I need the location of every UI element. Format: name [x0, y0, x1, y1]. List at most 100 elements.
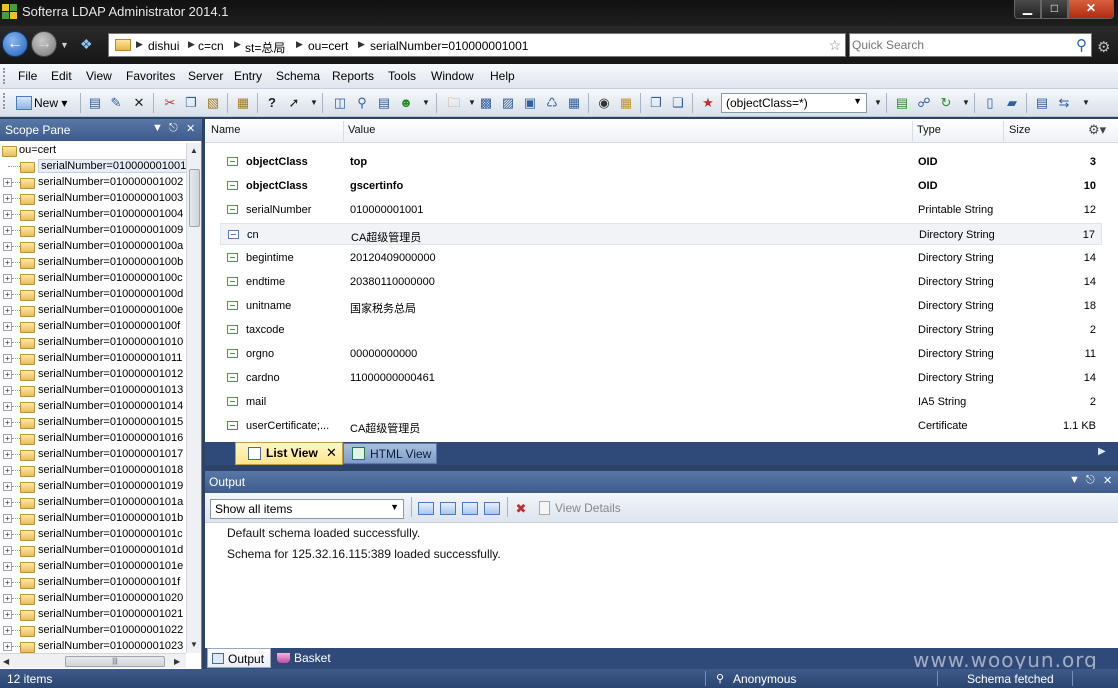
- options-icon[interactable]: ▦: [235, 95, 251, 111]
- tree-item[interactable]: + serialNumber=01000000100d: [0, 287, 186, 303]
- window-cascade-icon[interactable]: ❐: [648, 95, 664, 111]
- copy-icon[interactable]: ❐: [183, 95, 199, 111]
- clear-all-icon[interactable]: ✖: [513, 501, 529, 517]
- menu-reports[interactable]: Reports: [332, 69, 374, 83]
- attribute-row[interactable]: orgno 00000000000 Directory String 11: [220, 343, 1102, 365]
- attribute-row[interactable]: mail IA5 String 2: [220, 391, 1102, 413]
- expand-icon[interactable]: +: [3, 290, 12, 299]
- tree-item[interactable]: + serialNumber=01000000101e: [0, 559, 186, 575]
- close-button[interactable]: ✕: [1068, 0, 1114, 19]
- tree-item[interactable]: + serialNumber=010000001003: [0, 191, 186, 207]
- tab-basket[interactable]: Basket: [273, 649, 333, 668]
- window-tile-icon[interactable]: ❏: [670, 95, 686, 111]
- breadcrumb-item[interactable]: serialNumber=010000001001: [370, 39, 528, 53]
- menu-window[interactable]: Window: [431, 69, 474, 83]
- tree-item[interactable]: + serialNumber=010000001009: [0, 223, 186, 239]
- paste-icon[interactable]: ▧: [205, 95, 221, 111]
- expand-icon[interactable]: +: [3, 210, 12, 219]
- tree-item[interactable]: + serialNumber=010000001021: [0, 607, 186, 623]
- search-entry-icon[interactable]: ⚲: [354, 95, 370, 111]
- search-icon[interactable]: ⚲: [1076, 36, 1087, 54]
- expand-icon[interactable]: +: [3, 194, 12, 203]
- menu-tools[interactable]: Tools: [388, 69, 416, 83]
- report-icon[interactable]: ▤: [1034, 95, 1050, 111]
- new-button[interactable]: New ▾: [14, 94, 67, 112]
- column-value[interactable]: Value: [348, 124, 375, 136]
- toolbar-overflow-icon[interactable]: ▼: [306, 95, 322, 111]
- attribute-row[interactable]: begintime 20120409000000 Directory String 1…: [220, 247, 1102, 269]
- new-entry-icon[interactable]: ◫: [332, 95, 348, 111]
- menu-file[interactable]: File: [18, 69, 37, 83]
- toolbar-grip[interactable]: [3, 93, 6, 109]
- delete-icon[interactable]: ✕: [131, 95, 147, 111]
- expand-icon[interactable]: +: [3, 514, 12, 523]
- attribute-row[interactable]: objectClass top OID 3: [220, 151, 1102, 173]
- tree-item[interactable]: + serialNumber=010000001004: [0, 207, 186, 223]
- tree-item[interactable]: + serialNumber=01000000100f: [0, 319, 186, 335]
- expand-icon[interactable]: +: [3, 274, 12, 283]
- toolbar-overflow-icon[interactable]: ▼: [958, 95, 974, 111]
- expand-icon[interactable]: +: [3, 242, 12, 251]
- context-help-icon[interactable]: ➚: [286, 95, 302, 111]
- show-items-select[interactable]: Show all items ▼: [210, 499, 404, 519]
- tree-item[interactable]: serialNumber=010000001001: [0, 159, 186, 175]
- maximize-button[interactable]: □: [1041, 0, 1068, 19]
- menu-favorites[interactable]: Favorites: [126, 69, 175, 83]
- expand-icon[interactable]: +: [3, 482, 12, 491]
- menu-schema[interactable]: Schema: [276, 69, 320, 83]
- expand-icon[interactable]: +: [3, 258, 12, 267]
- tab-scroll-right-icon[interactable]: ▶: [1098, 446, 1106, 457]
- tree-item[interactable]: + serialNumber=010000001019: [0, 479, 186, 495]
- expand-icon[interactable]: +: [3, 402, 12, 411]
- user-icon[interactable]: ☻: [398, 95, 414, 111]
- attribute-row[interactable]: userCertificate;... CA超级管理员 Certificate 1.1…: [220, 415, 1102, 437]
- expand-icon[interactable]: +: [3, 626, 12, 635]
- tree-item[interactable]: + serialNumber=01000000100e: [0, 303, 186, 319]
- attribute-row[interactable]: cardno 11000000000461 Directory String 14: [220, 367, 1102, 389]
- sync-icon[interactable]: ♺: [544, 95, 560, 111]
- favorites-icon[interactable]: ❖: [80, 36, 98, 52]
- tree-item[interactable]: + serialNumber=01000000100b: [0, 255, 186, 271]
- attribute-row[interactable]: unitname 国家税务总局 Directory String 18: [220, 295, 1102, 317]
- import-icon[interactable]: ▨: [500, 95, 516, 111]
- tools-icon[interactable]: ⚙: [1097, 38, 1110, 56]
- connect-icon[interactable]: ▤: [894, 95, 910, 111]
- tree-item[interactable]: + serialNumber=01000000100c: [0, 271, 186, 287]
- column-separator[interactable]: [912, 121, 913, 141]
- scrollbar-thumb[interactable]: |||: [65, 656, 165, 667]
- tree-item[interactable]: + serialNumber=010000001015: [0, 415, 186, 431]
- attribute-row[interactable]: objectClass gscertinfo OID 10: [220, 175, 1102, 197]
- tree-item[interactable]: + serialNumber=010000001010: [0, 335, 186, 351]
- layers-icon[interactable]: ▯: [982, 95, 998, 111]
- expand-icon[interactable]: +: [3, 386, 12, 395]
- view-details-button[interactable]: View Details: [555, 501, 621, 515]
- output-clear-icon[interactable]: [484, 502, 500, 515]
- output-message-icon[interactable]: [418, 502, 434, 515]
- expand-icon[interactable]: +: [3, 578, 12, 587]
- toolbar-overflow-icon[interactable]: ▼: [1078, 95, 1094, 111]
- scrollbar-thumb[interactable]: [189, 169, 200, 227]
- breadcrumb-separator-icon[interactable]: ▶: [358, 39, 365, 50]
- breadcrumb-item[interactable]: ou=cert: [308, 39, 348, 53]
- chevron-down-icon[interactable]: ▼: [853, 96, 862, 106]
- expand-icon[interactable]: +: [3, 338, 12, 347]
- compare-icon[interactable]: ▣: [522, 95, 538, 111]
- breadcrumb-separator-icon[interactable]: ▶: [136, 39, 143, 50]
- column-settings-icon[interactable]: ⚙▾: [1088, 122, 1106, 138]
- forward-button[interactable]: →: [31, 31, 57, 57]
- rename-icon[interactable]: ✎: [108, 95, 124, 111]
- transfer-icon[interactable]: ⇆: [1056, 95, 1072, 111]
- pane-close-icon[interactable]: ✕: [1103, 474, 1112, 487]
- output-prev-icon[interactable]: [462, 502, 478, 515]
- schema-icon[interactable]: ▦: [566, 95, 582, 111]
- breadcrumb-item[interactable]: dishui: [148, 39, 179, 53]
- tree-item[interactable]: + serialNumber=010000001022: [0, 623, 186, 639]
- breadcrumb-item[interactable]: c=cn: [198, 39, 224, 53]
- expand-icon[interactable]: +: [3, 450, 12, 459]
- expand-icon[interactable]: +: [3, 530, 12, 539]
- tab-output[interactable]: Output: [207, 648, 271, 668]
- tree-item[interactable]: + serialNumber=01000000101d: [0, 543, 186, 559]
- tree-item[interactable]: + serialNumber=01000000101b: [0, 511, 186, 527]
- properties-icon[interactable]: ▤: [87, 95, 103, 111]
- menu-view[interactable]: View: [86, 69, 112, 83]
